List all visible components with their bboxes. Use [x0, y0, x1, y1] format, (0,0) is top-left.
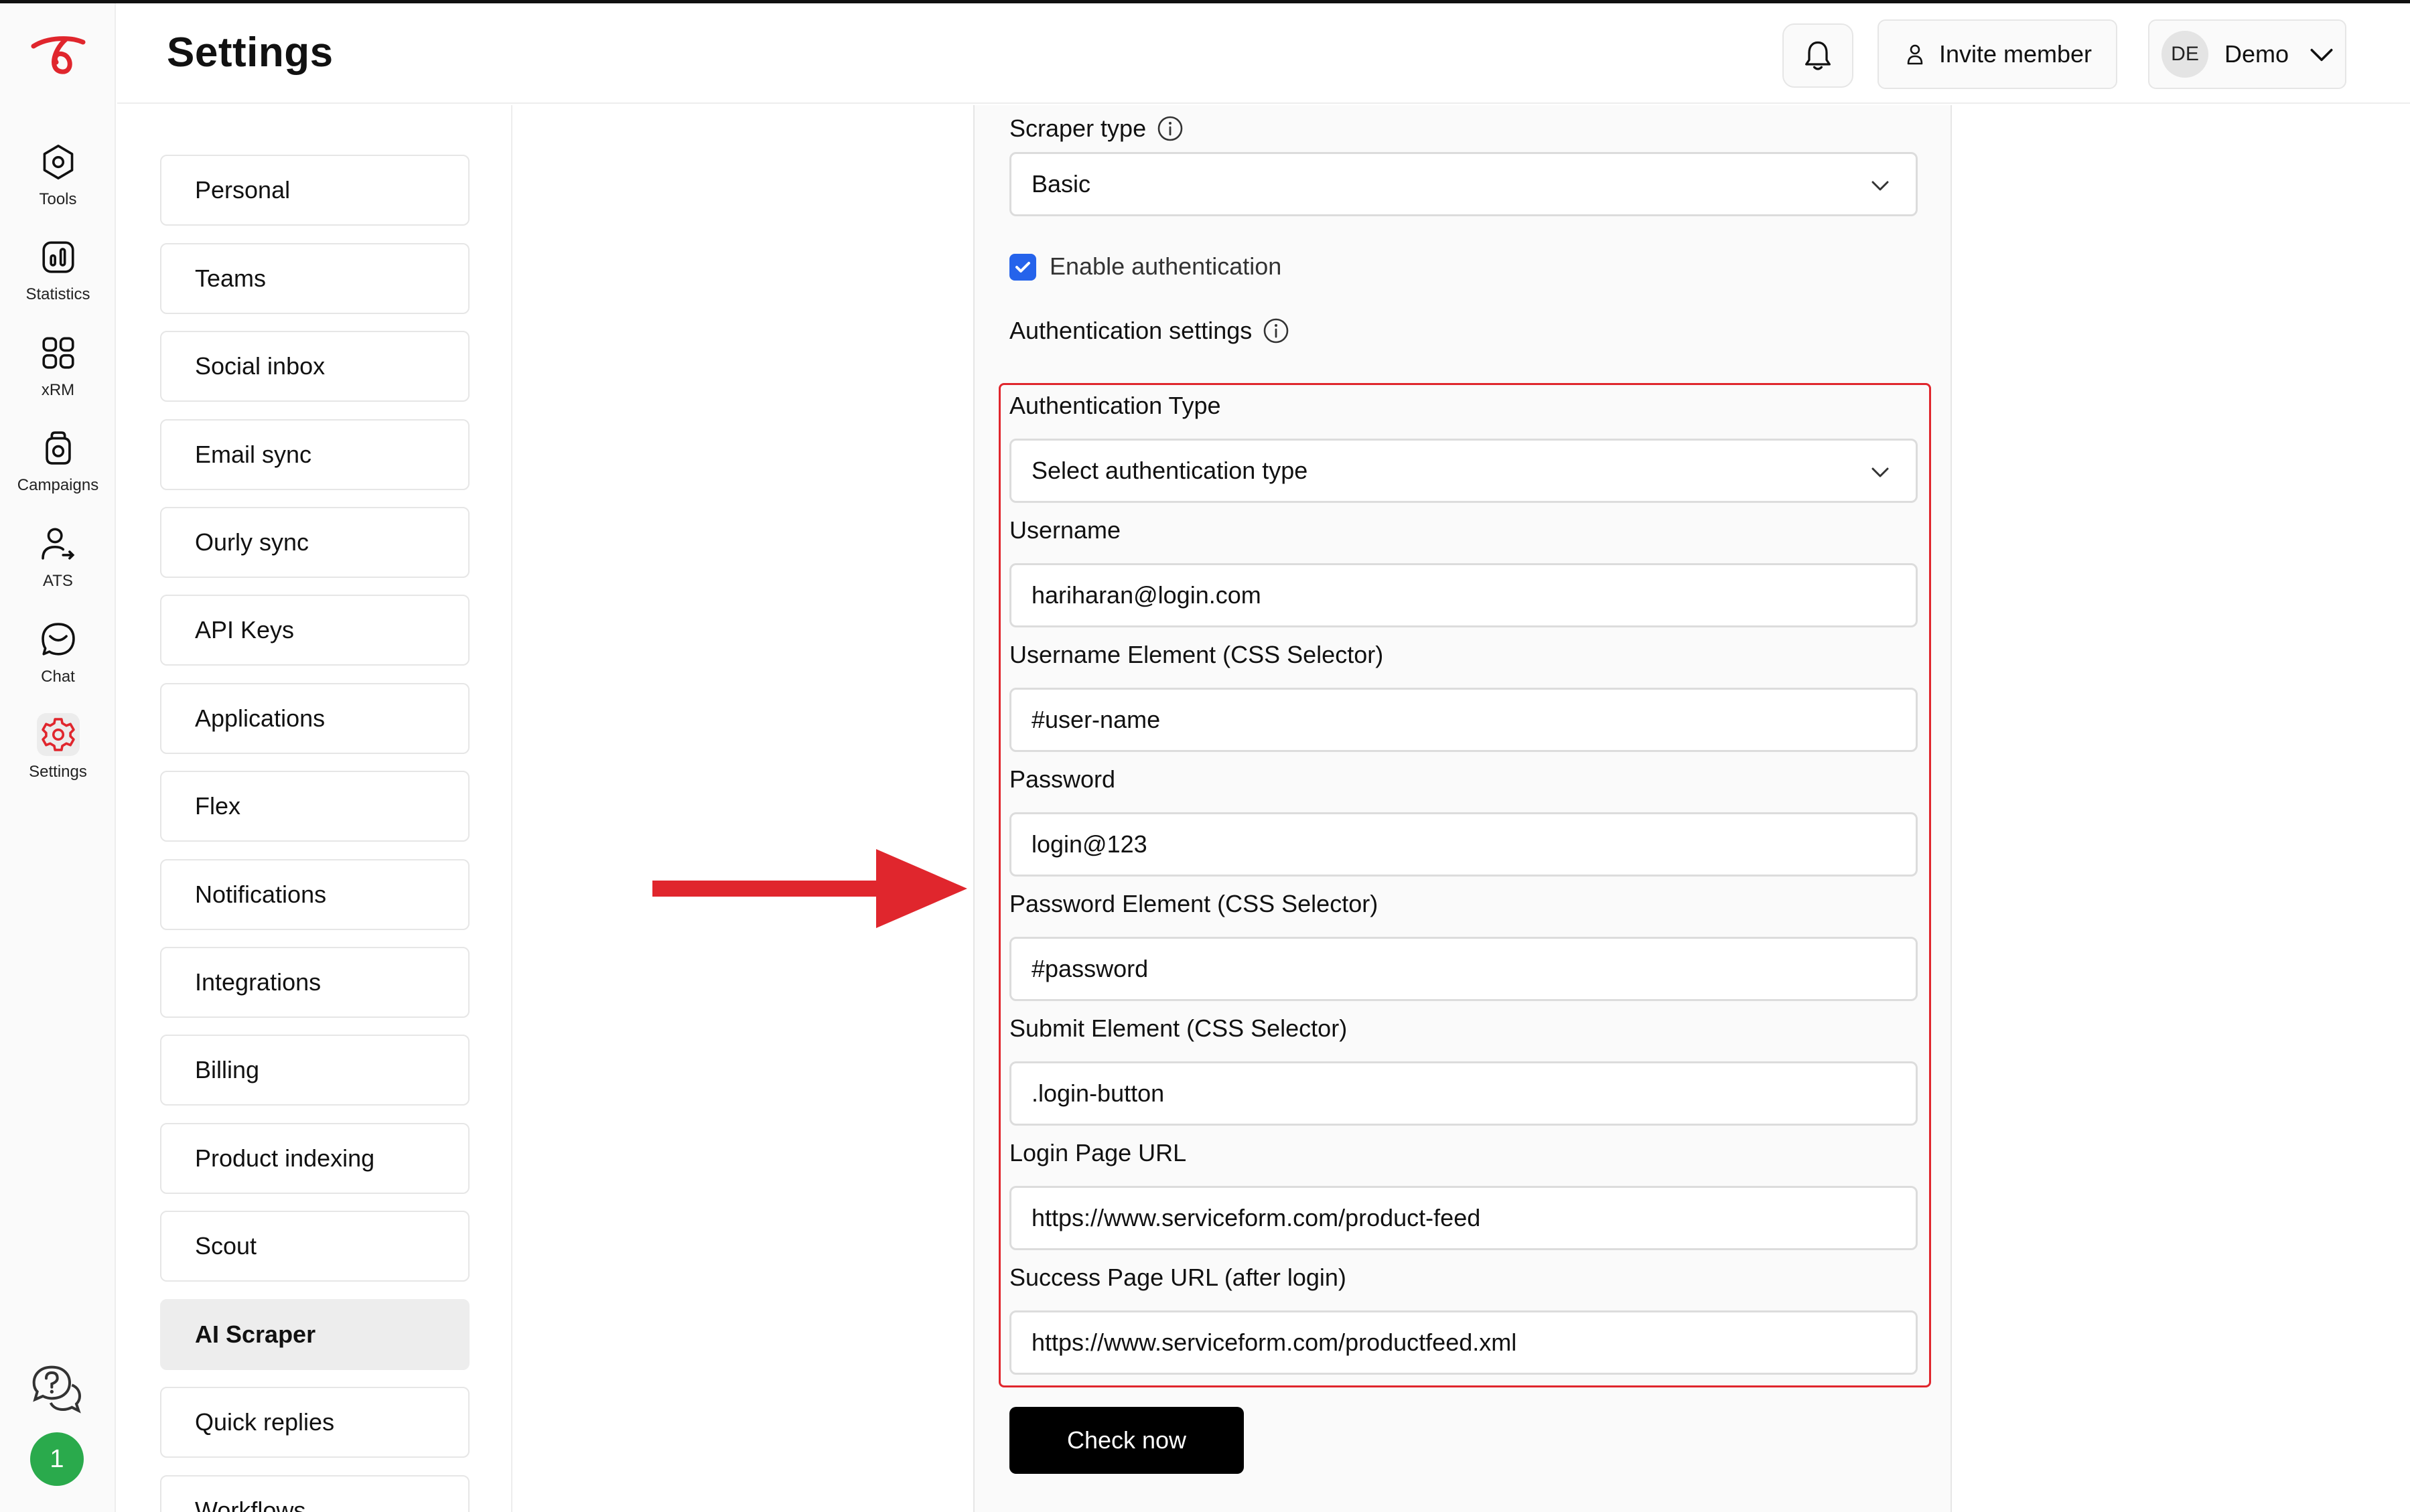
settings-nav-integrations[interactable]: Integrations	[160, 947, 470, 1018]
submit-selector-label: Submit Element (CSS Selector)	[1009, 1014, 1348, 1042]
rail-label-chat: Chat	[41, 668, 75, 686]
annotation-arrow-icon	[652, 849, 967, 928]
auth-type-select[interactable]: Select authentication type	[1009, 439, 1918, 503]
settings-nav-ourly-sync[interactable]: Ourly sync	[160, 507, 470, 578]
settings-nav-billing[interactable]: Billing	[160, 1035, 470, 1106]
invite-member-label: Invite member	[1938, 40, 2093, 68]
check-now-button[interactable]: Check now	[1009, 1407, 1244, 1474]
password-selector-label: Password Element (CSS Selector)	[1009, 890, 1378, 917]
password-label: Password	[1009, 765, 1116, 793]
enable-authentication-label[interactable]: Enable authentication	[1050, 252, 1281, 281]
chat-icon	[37, 618, 80, 661]
xrm-icon	[37, 331, 80, 374]
settings-nav-flex[interactable]: Flex	[160, 771, 470, 842]
scraper-type-select[interactable]: Basic	[1009, 152, 1918, 216]
settings-nav-teams[interactable]: Teams	[160, 243, 470, 314]
help-chat-icon[interactable]	[29, 1363, 83, 1416]
scraper-type-label-row: Scraper type	[1009, 115, 1184, 143]
settings-icon	[36, 713, 80, 756]
notifications-button[interactable]	[1782, 23, 1853, 88]
app-rail: Tools Statistics xRM Campaigns ATS Chat	[0, 3, 116, 1512]
rail-item-ats[interactable]: ATS	[0, 522, 116, 609]
chevron-down-icon	[1871, 181, 1889, 191]
chevron-down-icon	[2310, 48, 2333, 62]
settings-nav-social-inbox[interactable]: Social inbox	[160, 331, 470, 402]
login-url-input[interactable]: https://www.serviceform.com/product-feed	[1009, 1186, 1918, 1250]
scraper-type-label: Scraper type	[1009, 115, 1147, 142]
username-selector-label: Username Element (CSS Selector)	[1009, 641, 1384, 668]
ats-icon	[37, 522, 80, 565]
success-url-label: Success Page URL (after login)	[1009, 1264, 1346, 1291]
account-name: Demo	[2224, 40, 2289, 68]
rail-label-statistics: Statistics	[25, 285, 90, 303]
settings-nav-email-sync[interactable]: Email sync	[160, 419, 470, 490]
success-url-input[interactable]: https://www.serviceform.com/productfeed.…	[1009, 1310, 1918, 1375]
page-title: Settings	[167, 29, 334, 76]
settings-nav-personal[interactable]: Personal	[160, 155, 470, 226]
auth-type-label: Authentication Type	[1009, 392, 1221, 419]
rail-item-xrm[interactable]: xRM	[0, 331, 116, 419]
checkmark-icon	[1015, 262, 1030, 273]
scraper-type-value: Basic	[1032, 170, 1091, 198]
auth-type-value: Select authentication type	[1032, 457, 1308, 484]
settings-nav-api-keys[interactable]: API Keys	[160, 595, 470, 666]
submit-selector-input[interactable]: .login-button	[1009, 1061, 1918, 1126]
password-input[interactable]: login@123	[1009, 812, 1918, 877]
user-count-badge[interactable]: 1	[30, 1432, 84, 1486]
enable-authentication-checkbox[interactable]	[1009, 254, 1036, 281]
rail-label-ats: ATS	[43, 572, 73, 590]
username-label: Username	[1009, 516, 1121, 544]
settings-nav-product-indexing[interactable]: Product indexing	[160, 1123, 470, 1194]
settings-nav-ai-scraper[interactable]: AI Scraper	[160, 1299, 470, 1370]
campaigns-icon	[37, 427, 80, 469]
settings-nav-quick-replies[interactable]: Quick replies	[160, 1387, 470, 1458]
rail-item-settings[interactable]: Settings	[0, 713, 116, 800]
username-input[interactable]: hariharan@login.com	[1009, 563, 1918, 627]
password-selector-input[interactable]: #password	[1009, 937, 1918, 1001]
rail-label-settings: Settings	[29, 763, 87, 781]
invite-member-button[interactable]: Invite member	[1877, 19, 2117, 89]
auth-settings-label: Authentication settings	[1009, 317, 1253, 344]
tools-icon	[37, 141, 80, 183]
settings-nav-applications[interactable]: Applications	[160, 683, 470, 754]
statistics-icon	[37, 236, 80, 279]
brand-logo-icon[interactable]	[29, 31, 87, 78]
info-icon[interactable]	[1263, 317, 1289, 344]
rail-label-campaigns: Campaigns	[17, 476, 99, 494]
user-icon	[1907, 44, 1923, 65]
info-icon[interactable]	[1157, 115, 1184, 142]
account-menu-button[interactable]: DE Demo	[2148, 19, 2346, 89]
top-header: Settings Invite member DE Demo	[117, 3, 2410, 104]
settings-nav-workflows[interactable]: Workflows	[160, 1475, 470, 1512]
auth-settings-label-row: Authentication settings	[1009, 317, 1289, 345]
rail-item-chat[interactable]: Chat	[0, 618, 116, 705]
login-url-label: Login Page URL	[1009, 1139, 1187, 1166]
rail-item-statistics[interactable]: Statistics	[0, 236, 116, 323]
settings-nav-notifications[interactable]: Notifications	[160, 859, 470, 930]
username-selector-input[interactable]: #user-name	[1009, 688, 1918, 752]
settings-nav: Personal Teams Social inbox Email sync O…	[117, 105, 512, 1512]
bell-icon	[1805, 41, 1831, 70]
rail-label-xrm: xRM	[41, 381, 75, 399]
rail-label-tools: Tools	[39, 190, 77, 208]
avatar: DE	[2161, 31, 2208, 78]
settings-nav-scout[interactable]: Scout	[160, 1211, 470, 1282]
scraper-settings-form: Scraper type Basic Enable authentication…	[973, 105, 1952, 1512]
rail-item-tools[interactable]: Tools	[0, 141, 116, 228]
rail-item-campaigns[interactable]: Campaigns	[0, 427, 116, 514]
chevron-down-icon	[1871, 467, 1889, 477]
